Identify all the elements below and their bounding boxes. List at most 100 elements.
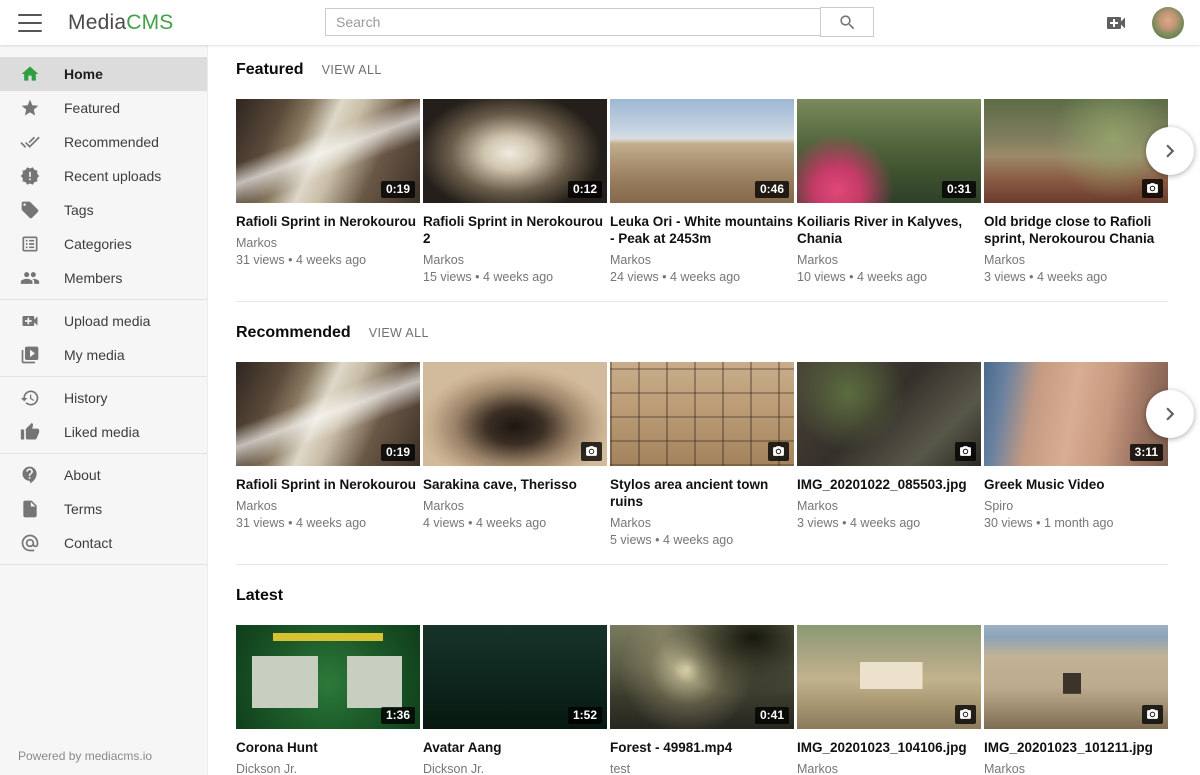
search-button[interactable] xyxy=(820,7,874,37)
media-card[interactable]: Stylos area ancient town ruins Markos 5 … xyxy=(610,362,794,548)
thumb-up-icon xyxy=(20,421,42,443)
sidebar-item-liked-media[interactable]: Liked media xyxy=(0,415,207,449)
media-thumbnail[interactable]: 0:31 xyxy=(797,99,981,203)
media-title[interactable]: Corona Hunt xyxy=(236,739,420,756)
media-thumbnail[interactable]: 1:36 xyxy=(236,625,420,729)
media-thumbnail[interactable]: 0:12 xyxy=(423,99,607,203)
media-title[interactable]: Rafioli Sprint in Nerokourou 2 xyxy=(423,213,607,247)
next-arrow-button[interactable] xyxy=(1146,127,1194,175)
media-thumbnail[interactable]: 3:11 xyxy=(984,362,1168,466)
sidebar-item-contact[interactable]: Contact xyxy=(0,526,207,560)
media-author[interactable]: Markos xyxy=(984,762,1168,775)
media-title[interactable]: Forest - 49981.mp4 xyxy=(610,739,794,756)
media-title[interactable]: Stylos area ancient town ruins xyxy=(610,476,794,510)
sidebar-item-upload-media[interactable]: Upload media xyxy=(0,304,207,338)
media-meta: 3 views • 4 weeks ago xyxy=(984,270,1168,285)
user-avatar[interactable] xyxy=(1152,7,1184,39)
chevron-right-icon xyxy=(1157,138,1183,164)
media-title[interactable]: Avatar Aang xyxy=(423,739,607,756)
media-card[interactable]: 0:46 Leuka Ori - White mountains - Peak … xyxy=(610,99,794,285)
media-title[interactable]: Koiliaris River in Kalyves, Chania xyxy=(797,213,981,247)
media-card[interactable]: IMG_20201023_101211.jpg Markos 4 views •… xyxy=(984,625,1168,775)
new-releases-icon xyxy=(20,165,42,187)
media-thumbnail[interactable] xyxy=(984,99,1168,203)
media-thumbnail[interactable]: 0:19 xyxy=(236,99,420,203)
media-card[interactable]: 0:19 Rafioli Sprint in Nerokourou Markos… xyxy=(236,99,420,285)
media-author[interactable]: Markos xyxy=(423,499,607,514)
sidebar-item-categories[interactable]: Categories xyxy=(0,227,207,261)
media-author[interactable]: Markos xyxy=(984,253,1168,268)
sidebar-item-terms[interactable]: Terms xyxy=(0,492,207,526)
media-thumbnail[interactable]: 1:52 xyxy=(423,625,607,729)
sidebar-item-history[interactable]: History xyxy=(0,381,207,415)
sidebar-item-my-media[interactable]: My media xyxy=(0,338,207,372)
media-card[interactable]: 0:19 Rafioli Sprint in Nerokourou Markos… xyxy=(236,362,420,548)
sidebar-item-about[interactable]: About xyxy=(0,458,207,492)
media-card[interactable]: 0:41 Forest - 49981.mp4 test 17 views • … xyxy=(610,625,794,775)
sidebar-item-recent-uploads[interactable]: Recent uploads xyxy=(0,159,207,193)
sidebar-item-label: Upload media xyxy=(64,313,150,329)
media-title[interactable]: Greek Music Video xyxy=(984,476,1168,493)
media-author[interactable]: Markos xyxy=(610,516,794,531)
media-title[interactable]: IMG_20201023_101211.jpg xyxy=(984,739,1168,756)
media-author[interactable]: Markos xyxy=(797,762,981,775)
media-author[interactable]: Markos xyxy=(797,253,981,268)
media-author[interactable]: Markos xyxy=(797,499,981,514)
media-card[interactable]: 1:36 Corona Hunt Dickson Jr. 6 views • 4… xyxy=(236,625,420,775)
at-icon xyxy=(20,532,42,554)
media-title[interactable]: IMG_20201022_085503.jpg xyxy=(797,476,981,493)
section-title: Recommended xyxy=(236,324,351,342)
media-title[interactable]: IMG_20201023_104106.jpg xyxy=(797,739,981,756)
media-card[interactable]: 0:31 Koiliaris River in Kalyves, Chania … xyxy=(797,99,981,285)
media-thumbnail[interactable] xyxy=(423,362,607,466)
media-thumbnail[interactable] xyxy=(984,625,1168,729)
section-title: Latest xyxy=(236,587,283,605)
video-library-icon xyxy=(20,344,42,366)
media-title[interactable]: Leuka Ori - White mountains - Peak at 24… xyxy=(610,213,794,247)
media-author[interactable]: test xyxy=(610,762,794,775)
media-author[interactable]: Spiro xyxy=(984,499,1168,514)
media-title[interactable]: Old bridge close to Rafioli sprint, Nero… xyxy=(984,213,1168,247)
home-icon xyxy=(20,63,42,85)
media-card[interactable]: Old bridge close to Rafioli sprint, Nero… xyxy=(984,99,1168,285)
media-card[interactable]: 3:11 Greek Music Video Spiro 30 views • … xyxy=(984,362,1168,548)
duration-badge: 0:19 xyxy=(381,181,415,198)
media-card[interactable]: 1:52 Avatar Aang Dickson Jr. 12 views • … xyxy=(423,625,607,775)
media-card[interactable]: 0:12 Rafioli Sprint in Nerokourou 2 Mark… xyxy=(423,99,607,285)
media-card[interactable]: IMG_20201022_085503.jpg Markos 3 views •… xyxy=(797,362,981,548)
media-card[interactable]: Sarakina cave, Therisso Markos 4 views •… xyxy=(423,362,607,548)
sidebar-item-recommended[interactable]: Recommended xyxy=(0,125,207,159)
view-all-link[interactable]: VIEW ALL xyxy=(322,63,382,77)
media-author[interactable]: Dickson Jr. xyxy=(236,762,420,775)
media-thumbnail[interactable] xyxy=(610,362,794,466)
duration-badge: 0:46 xyxy=(755,181,789,198)
search-input[interactable] xyxy=(325,8,820,36)
media-thumbnail[interactable] xyxy=(797,362,981,466)
duration-badge: 0:31 xyxy=(942,181,976,198)
logo[interactable]: MediaCMS xyxy=(68,11,173,35)
sidebar-item-featured[interactable]: Featured xyxy=(0,91,207,125)
media-thumbnail[interactable]: 0:41 xyxy=(610,625,794,729)
media-author[interactable]: Markos xyxy=(610,253,794,268)
media-thumbnail[interactable]: 0:19 xyxy=(236,362,420,466)
upload-media-icon[interactable] xyxy=(1104,11,1128,35)
sidebar-item-home[interactable]: Home xyxy=(0,57,207,91)
media-author[interactable]: Markos xyxy=(236,236,420,251)
camera-badge xyxy=(955,705,976,724)
media-card[interactable]: IMG_20201023_104106.jpg Markos 4 views •… xyxy=(797,625,981,775)
media-title[interactable]: Rafioli Sprint in Nerokourou xyxy=(236,213,420,230)
chevron-right-icon xyxy=(1157,401,1183,427)
hamburger-menu-icon[interactable] xyxy=(18,14,42,32)
media-thumbnail[interactable] xyxy=(797,625,981,729)
next-arrow-button[interactable] xyxy=(1146,390,1194,438)
history-icon xyxy=(20,387,42,409)
view-all-link[interactable]: VIEW ALL xyxy=(369,326,429,340)
sidebar-item-members[interactable]: Members xyxy=(0,261,207,295)
media-title[interactable]: Sarakina cave, Therisso xyxy=(423,476,607,493)
media-author[interactable]: Markos xyxy=(423,253,607,268)
sidebar-item-tags[interactable]: Tags xyxy=(0,193,207,227)
media-title[interactable]: Rafioli Sprint in Nerokourou xyxy=(236,476,420,493)
media-author[interactable]: Dickson Jr. xyxy=(423,762,607,775)
media-author[interactable]: Markos xyxy=(236,499,420,514)
media-thumbnail[interactable]: 0:46 xyxy=(610,99,794,203)
